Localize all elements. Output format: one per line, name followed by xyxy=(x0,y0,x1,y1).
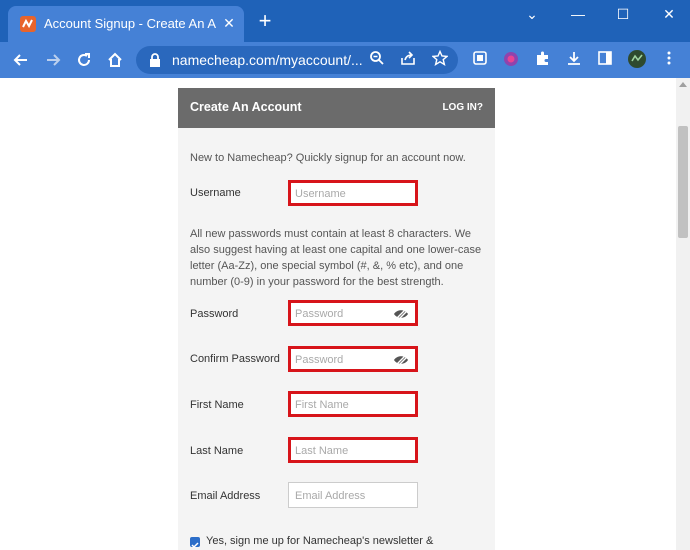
home-icon[interactable] xyxy=(102,48,128,72)
tab-search-icon[interactable]: ⌄ xyxy=(517,4,547,24)
confirm-password-input[interactable] xyxy=(295,353,391,367)
confirm-password-field[interactable] xyxy=(288,346,418,372)
signup-card: Create An Account LOG IN? New to Nameche… xyxy=(178,88,495,550)
password-requirements-note: All new passwords must contain at least … xyxy=(190,228,482,288)
first-name-field[interactable] xyxy=(288,391,418,417)
minimize-button[interactable]: — xyxy=(563,4,593,24)
first-name-label: First Name xyxy=(190,399,244,411)
email-label: Email Address xyxy=(190,490,261,502)
extension-purple-icon[interactable] xyxy=(500,50,522,70)
scrollbar-thumb[interactable] xyxy=(678,126,688,238)
newsletter-checkbox[interactable] xyxy=(190,537,200,549)
last-name-label: Last Name xyxy=(190,445,244,457)
share-icon[interactable] xyxy=(397,50,419,70)
page-content: Create An Account LOG IN? New to Nameche… xyxy=(0,78,690,550)
reload-icon[interactable] xyxy=(71,48,97,72)
scroll-up-arrow-icon[interactable] xyxy=(679,82,687,87)
intro-text: New to Namecheap? Quickly signup for an … xyxy=(190,152,466,164)
username-field[interactable] xyxy=(288,180,418,206)
bookmark-star-icon[interactable] xyxy=(429,49,451,70)
maximize-button[interactable]: ☐ xyxy=(608,4,638,24)
password-field[interactable] xyxy=(288,300,418,326)
email-field[interactable] xyxy=(288,482,418,508)
tab-title: Account Signup - Create An Acc xyxy=(44,16,216,31)
browser-titlebar: Account Signup - Create An Acc ✕ + ⌄ — ☐… xyxy=(0,0,690,42)
password-input[interactable] xyxy=(295,307,391,321)
confirm-password-label: Confirm Password xyxy=(190,353,280,365)
kebab-menu-icon[interactable] xyxy=(658,50,680,70)
first-name-input[interactable] xyxy=(295,398,391,412)
url-text[interactable]: namecheap.com/myaccount/... xyxy=(172,52,368,68)
page-title: Create An Account xyxy=(190,100,302,114)
browser-tab[interactable]: Account Signup - Create An Acc ✕ xyxy=(8,6,244,42)
username-input[interactable] xyxy=(295,187,391,201)
extension-screenshot-icon[interactable] xyxy=(469,50,491,70)
last-name-input[interactable] xyxy=(295,444,391,458)
page-scrollbar[interactable] xyxy=(676,78,690,550)
side-panel-icon[interactable] xyxy=(594,50,616,70)
namecheap-favicon-icon xyxy=(20,16,36,32)
download-icon[interactable] xyxy=(563,50,585,70)
browser-toolbar: namecheap.com/myaccount/... xyxy=(0,42,690,78)
profile-avatar[interactable] xyxy=(626,50,648,70)
hide-password-icon[interactable] xyxy=(393,307,409,321)
zoom-icon[interactable] xyxy=(366,50,388,70)
back-arrow-icon[interactable] xyxy=(8,48,34,72)
password-label: Password xyxy=(190,308,239,320)
new-tab-button[interactable]: + xyxy=(254,10,276,32)
username-label: Username xyxy=(190,187,241,199)
last-name-field[interactable] xyxy=(288,437,418,463)
card-header: Create An Account LOG IN? xyxy=(178,88,495,128)
address-bar[interactable]: namecheap.com/myaccount/... xyxy=(136,46,458,74)
forward-arrow-icon[interactable] xyxy=(40,48,66,72)
close-window-button[interactable]: ✕ xyxy=(654,4,684,24)
extensions-puzzle-icon[interactable] xyxy=(532,50,554,70)
newsletter-label[interactable]: Yes, sign me up for Namecheap's newslett… xyxy=(206,535,433,547)
close-tab-icon[interactable]: ✕ xyxy=(220,14,238,32)
lock-icon[interactable] xyxy=(148,52,162,68)
email-input[interactable] xyxy=(295,489,391,503)
hide-password-icon[interactable] xyxy=(393,353,409,367)
login-link[interactable]: LOG IN? xyxy=(442,102,483,113)
